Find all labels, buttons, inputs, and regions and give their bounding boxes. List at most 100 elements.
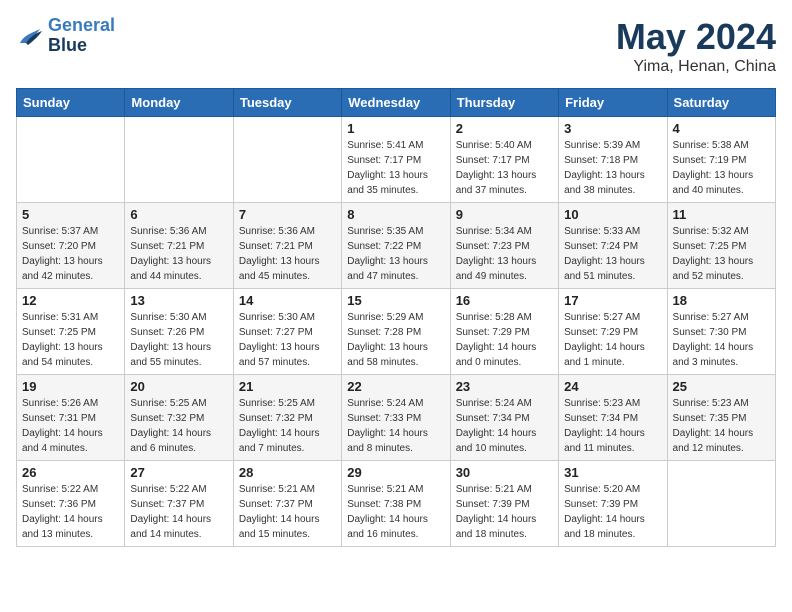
calendar-cell: 17 Sunrise: 5:27 AM Sunset: 7:29 PM Dayli… bbox=[559, 289, 667, 375]
calendar-cell: 9 Sunrise: 5:34 AM Sunset: 7:23 PM Daylig… bbox=[450, 203, 558, 289]
day-info: Sunrise: 5:24 AM Sunset: 7:34 PM Dayligh… bbox=[456, 396, 553, 456]
day-number: 3 bbox=[564, 121, 661, 136]
day-info: Sunrise: 5:30 AM Sunset: 7:26 PM Dayligh… bbox=[130, 310, 227, 370]
day-number: 4 bbox=[673, 121, 770, 136]
day-info: Sunrise: 5:36 AM Sunset: 7:21 PM Dayligh… bbox=[239, 224, 336, 284]
day-info: Sunrise: 5:39 AM Sunset: 7:18 PM Dayligh… bbox=[564, 138, 661, 198]
calendar-cell: 8 Sunrise: 5:35 AM Sunset: 7:22 PM Daylig… bbox=[342, 203, 450, 289]
day-info: Sunrise: 5:23 AM Sunset: 7:34 PM Dayligh… bbox=[564, 396, 661, 456]
day-info: Sunrise: 5:29 AM Sunset: 7:28 PM Dayligh… bbox=[347, 310, 444, 370]
location-title: Yima, Henan, China bbox=[616, 58, 776, 76]
calendar-cell: 24 Sunrise: 5:23 AM Sunset: 7:34 PM Dayli… bbox=[559, 375, 667, 461]
day-number: 12 bbox=[22, 293, 119, 308]
page-header: GeneralBlue May 2024 Yima, Henan, China bbox=[16, 16, 776, 76]
weekday-header-monday: Monday bbox=[125, 89, 233, 117]
day-info: Sunrise: 5:26 AM Sunset: 7:31 PM Dayligh… bbox=[22, 396, 119, 456]
day-number: 20 bbox=[130, 379, 227, 394]
day-number: 19 bbox=[22, 379, 119, 394]
day-info: Sunrise: 5:37 AM Sunset: 7:20 PM Dayligh… bbox=[22, 224, 119, 284]
day-info: Sunrise: 5:31 AM Sunset: 7:25 PM Dayligh… bbox=[22, 310, 119, 370]
weekday-header-thursday: Thursday bbox=[450, 89, 558, 117]
day-number: 17 bbox=[564, 293, 661, 308]
day-number: 16 bbox=[456, 293, 553, 308]
logo: GeneralBlue bbox=[16, 16, 115, 56]
day-number: 21 bbox=[239, 379, 336, 394]
weekday-header-wednesday: Wednesday bbox=[342, 89, 450, 117]
calendar-cell: 28Sunrise: 5:21 AM Sunset: 7:37 PM Dayli… bbox=[233, 461, 341, 547]
calendar-cell: 16 Sunrise: 5:28 AM Sunset: 7:29 PM Dayli… bbox=[450, 289, 558, 375]
calendar-cell: 19 Sunrise: 5:26 AM Sunset: 7:31 PM Dayli… bbox=[17, 375, 125, 461]
day-info: Sunrise: 5:24 AM Sunset: 7:33 PM Dayligh… bbox=[347, 396, 444, 456]
day-number: 10 bbox=[564, 207, 661, 222]
calendar-table: SundayMondayTuesdayWednesdayThursdayFrid… bbox=[16, 88, 776, 547]
day-info: Sunrise: 5:41 AM Sunset: 7:17 PM Dayligh… bbox=[347, 138, 444, 198]
day-number: 6 bbox=[130, 207, 227, 222]
calendar-cell: 29 Sunrise: 5:21 AM Sunset: 7:38 PM Dayli… bbox=[342, 461, 450, 547]
calendar-cell: 2 Sunrise: 5:40 AM Sunset: 7:17 PM Daylig… bbox=[450, 117, 558, 203]
day-info: Sunrise: 5:32 AM Sunset: 7:25 PM Dayligh… bbox=[673, 224, 770, 284]
calendar-cell: 11Sunrise: 5:32 AM Sunset: 7:25 PM Dayli… bbox=[667, 203, 775, 289]
day-number: 22 bbox=[347, 379, 444, 394]
day-info: Sunrise: 5:40 AM Sunset: 7:17 PM Dayligh… bbox=[456, 138, 553, 198]
calendar-week-row: 26Sunrise: 5:22 AM Sunset: 7:36 PM Dayli… bbox=[17, 461, 776, 547]
calendar-cell: 3 Sunrise: 5:39 AM Sunset: 7:18 PM Daylig… bbox=[559, 117, 667, 203]
day-info: Sunrise: 5:27 AM Sunset: 7:30 PM Dayligh… bbox=[673, 310, 770, 370]
calendar-cell: 18 Sunrise: 5:27 AM Sunset: 7:30 PM Dayli… bbox=[667, 289, 775, 375]
calendar-cell: 14Sunrise: 5:30 AM Sunset: 7:27 PM Dayli… bbox=[233, 289, 341, 375]
day-number: 18 bbox=[673, 293, 770, 308]
logo-text: GeneralBlue bbox=[48, 16, 115, 56]
day-number: 7 bbox=[239, 207, 336, 222]
weekday-header-row: SundayMondayTuesdayWednesdayThursdayFrid… bbox=[17, 89, 776, 117]
calendar-cell: 27 Sunrise: 5:22 AM Sunset: 7:37 PM Dayli… bbox=[125, 461, 233, 547]
day-number: 31 bbox=[564, 465, 661, 480]
day-number: 28 bbox=[239, 465, 336, 480]
day-info: Sunrise: 5:25 AM Sunset: 7:32 PM Dayligh… bbox=[130, 396, 227, 456]
day-info: Sunrise: 5:27 AM Sunset: 7:29 PM Dayligh… bbox=[564, 310, 661, 370]
day-number: 13 bbox=[130, 293, 227, 308]
day-info: Sunrise: 5:25 AM Sunset: 7:32 PM Dayligh… bbox=[239, 396, 336, 456]
calendar-cell: 4 Sunrise: 5:38 AM Sunset: 7:19 PM Daylig… bbox=[667, 117, 775, 203]
calendar-cell: 7 Sunrise: 5:36 AM Sunset: 7:21 PM Daylig… bbox=[233, 203, 341, 289]
day-info: Sunrise: 5:33 AM Sunset: 7:24 PM Dayligh… bbox=[564, 224, 661, 284]
calendar-cell: 25 Sunrise: 5:23 AM Sunset: 7:35 PM Dayli… bbox=[667, 375, 775, 461]
calendar-cell: 6 Sunrise: 5:36 AM Sunset: 7:21 PM Daylig… bbox=[125, 203, 233, 289]
weekday-header-friday: Friday bbox=[559, 89, 667, 117]
day-info: Sunrise: 5:35 AM Sunset: 7:22 PM Dayligh… bbox=[347, 224, 444, 284]
calendar-cell: 22 Sunrise: 5:24 AM Sunset: 7:33 PM Dayli… bbox=[342, 375, 450, 461]
day-info: Sunrise: 5:36 AM Sunset: 7:21 PM Dayligh… bbox=[130, 224, 227, 284]
day-number: 30 bbox=[456, 465, 553, 480]
day-info: Sunrise: 5:34 AM Sunset: 7:23 PM Dayligh… bbox=[456, 224, 553, 284]
day-number: 26 bbox=[22, 465, 119, 480]
day-info: Sunrise: 5:21 AM Sunset: 7:38 PM Dayligh… bbox=[347, 482, 444, 542]
calendar-cell bbox=[233, 117, 341, 203]
calendar-cell: 21 Sunrise: 5:25 AM Sunset: 7:32 PM Dayli… bbox=[233, 375, 341, 461]
calendar-week-row: 12 Sunrise: 5:31 AM Sunset: 7:25 PM Dayli… bbox=[17, 289, 776, 375]
day-number: 25 bbox=[673, 379, 770, 394]
month-title: May 2024 bbox=[616, 16, 776, 58]
day-info: Sunrise: 5:28 AM Sunset: 7:29 PM Dayligh… bbox=[456, 310, 553, 370]
day-number: 2 bbox=[456, 121, 553, 136]
day-number: 8 bbox=[347, 207, 444, 222]
weekday-header-sunday: Sunday bbox=[17, 89, 125, 117]
calendar-week-row: 19 Sunrise: 5:26 AM Sunset: 7:31 PM Dayli… bbox=[17, 375, 776, 461]
title-block: May 2024 Yima, Henan, China bbox=[616, 16, 776, 76]
calendar-week-row: 1Sunrise: 5:41 AM Sunset: 7:17 PM Daylig… bbox=[17, 117, 776, 203]
calendar-cell: 26Sunrise: 5:22 AM Sunset: 7:36 PM Dayli… bbox=[17, 461, 125, 547]
day-number: 29 bbox=[347, 465, 444, 480]
day-info: Sunrise: 5:38 AM Sunset: 7:19 PM Dayligh… bbox=[673, 138, 770, 198]
day-number: 5 bbox=[22, 207, 119, 222]
calendar-cell bbox=[17, 117, 125, 203]
day-info: Sunrise: 5:21 AM Sunset: 7:39 PM Dayligh… bbox=[456, 482, 553, 542]
calendar-cell: 15Sunrise: 5:29 AM Sunset: 7:28 PM Dayli… bbox=[342, 289, 450, 375]
day-info: Sunrise: 5:20 AM Sunset: 7:39 PM Dayligh… bbox=[564, 482, 661, 542]
weekday-header-saturday: Saturday bbox=[667, 89, 775, 117]
calendar-cell: 20 Sunrise: 5:25 AM Sunset: 7:32 PM Dayli… bbox=[125, 375, 233, 461]
day-info: Sunrise: 5:22 AM Sunset: 7:37 PM Dayligh… bbox=[130, 482, 227, 542]
day-number: 24 bbox=[564, 379, 661, 394]
day-number: 23 bbox=[456, 379, 553, 394]
day-number: 9 bbox=[456, 207, 553, 222]
day-info: Sunrise: 5:23 AM Sunset: 7:35 PM Dayligh… bbox=[673, 396, 770, 456]
day-number: 27 bbox=[130, 465, 227, 480]
calendar-cell bbox=[125, 117, 233, 203]
calendar-cell: 31 Sunrise: 5:20 AM Sunset: 7:39 PM Dayli… bbox=[559, 461, 667, 547]
